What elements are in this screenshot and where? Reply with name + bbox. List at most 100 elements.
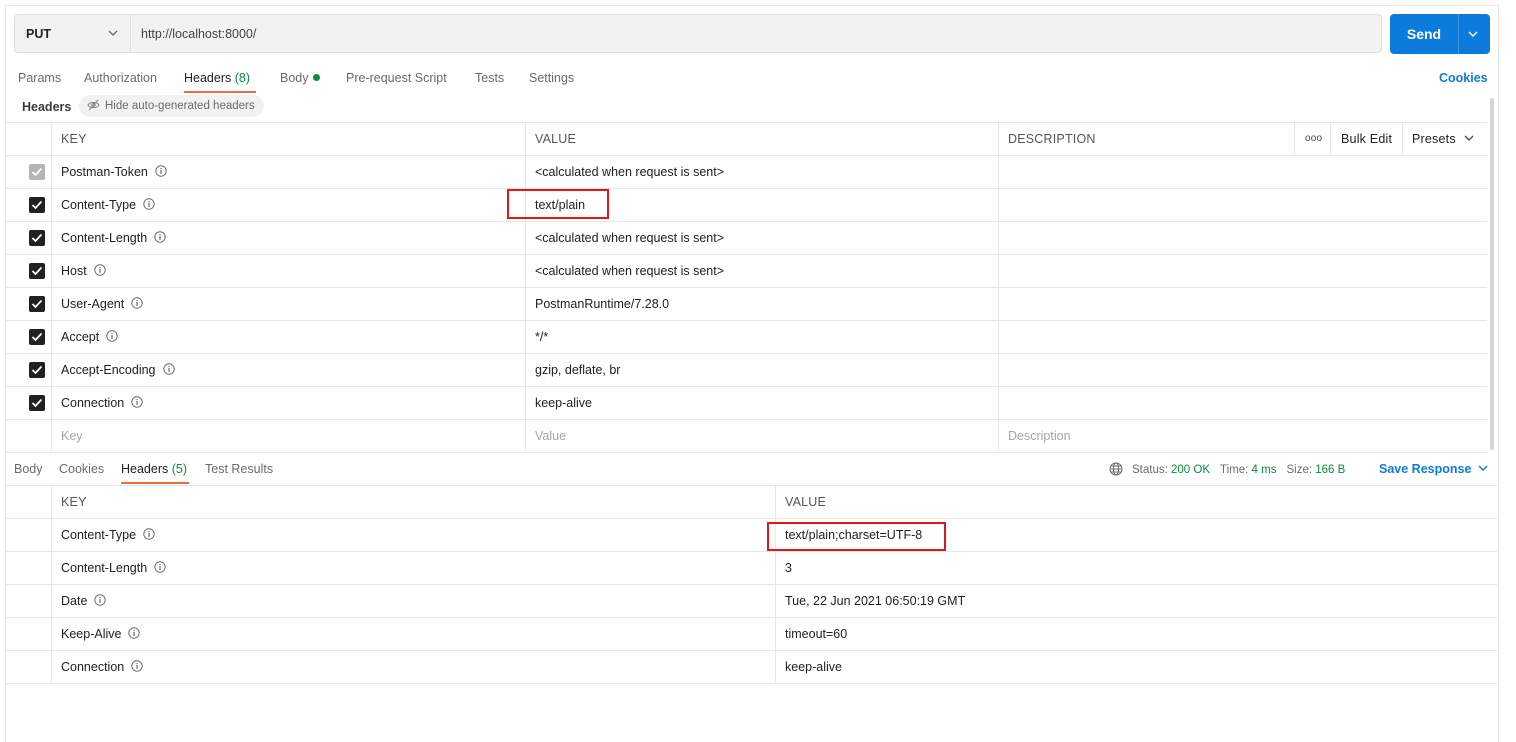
header-description-cell[interactable] <box>998 156 1487 188</box>
checkbox[interactable] <box>29 296 45 312</box>
request-url-bar: PUT http://localhost:8000/ <box>14 14 1382 53</box>
response-tab-headers[interactable]: Headers (5) <box>121 462 187 476</box>
tab-prerequest-script[interactable]: Pre-request Script <box>346 71 447 85</box>
checkbox-cell <box>6 288 51 320</box>
presets-dropdown[interactable]: Presets <box>1402 123 1487 155</box>
header-value-cell[interactable]: <calculated when request is sent> <box>525 222 998 254</box>
table-row: Keep-Alive timeout=60 <box>6 618 1497 651</box>
info-icon[interactable] <box>131 652 143 683</box>
info-icon[interactable] <box>154 223 166 254</box>
more-options-button[interactable]: ooo <box>1294 123 1330 155</box>
column-header-value: VALUE <box>525 123 998 155</box>
table-row: Postman-Token <calculated when request i… <box>6 156 1487 189</box>
checkbox-cell <box>6 387 51 419</box>
new-key-input[interactable]: Key <box>51 420 525 452</box>
header-key: Connection <box>61 396 125 410</box>
header-description-cell[interactable] <box>998 321 1487 353</box>
header-value-cell[interactable]: keep-alive <box>525 387 998 419</box>
tab-authorization[interactable]: Authorization <box>84 71 157 85</box>
highlight-box <box>507 189 609 219</box>
info-icon[interactable] <box>143 190 155 221</box>
info-icon[interactable] <box>155 157 167 188</box>
chevron-down-icon[interactable] <box>1468 28 1478 42</box>
response-tab-cookies[interactable]: Cookies <box>59 462 104 476</box>
response-key-cell: Date <box>51 585 775 617</box>
checkbox[interactable] <box>29 230 45 246</box>
info-icon[interactable] <box>128 619 141 650</box>
bulk-edit-button[interactable]: Bulk Edit <box>1330 123 1402 155</box>
header-key-cell[interactable]: Accept-Encoding <box>51 354 525 386</box>
response-key: Content-Type <box>61 528 137 542</box>
header-key-cell[interactable]: Accept <box>51 321 525 353</box>
tab-headers-count: (8) <box>234 71 251 85</box>
url-input[interactable]: http://localhost:8000/ <box>141 27 256 41</box>
header-description-cell[interactable] <box>998 189 1487 221</box>
eye-off-icon <box>87 99 105 112</box>
active-tab-underline <box>184 91 256 93</box>
info-icon[interactable] <box>154 553 166 584</box>
checkbox-cell <box>6 420 51 452</box>
chevron-down-icon <box>1464 132 1474 146</box>
tab-settings[interactable]: Settings <box>529 71 574 85</box>
info-icon[interactable] <box>143 520 155 551</box>
info-icon[interactable] <box>131 388 143 419</box>
save-response-button[interactable]: Save Response <box>1379 462 1488 476</box>
tab-headers[interactable]: Headers (8) <box>184 71 250 85</box>
table-row: Connection keep-alive <box>6 387 1487 420</box>
response-tab-test-results[interactable]: Test Results <box>205 462 273 476</box>
header-value-cell[interactable]: <calculated when request is sent> <box>525 156 998 188</box>
header-key-cell[interactable]: Host <box>51 255 525 287</box>
info-icon[interactable] <box>131 289 143 320</box>
response-key-cell: Content-Length <box>51 552 775 584</box>
header-key: Content-Length <box>61 231 148 245</box>
header-key-cell[interactable]: User-Agent <box>51 288 525 320</box>
tab-tests[interactable]: Tests <box>475 71 504 85</box>
header-key-cell[interactable]: Connection <box>51 387 525 419</box>
table-header-row: KEY VALUE DESCRIPTION ooo Bulk Edit Pres… <box>6 123 1487 156</box>
new-value-input[interactable]: Value <box>525 420 998 452</box>
checkbox[interactable] <box>29 329 45 345</box>
header-description-cell[interactable] <box>998 288 1487 320</box>
header-description-cell[interactable] <box>998 387 1487 419</box>
header-key-cell[interactable]: Content-Type <box>51 189 525 221</box>
header-description-cell[interactable] <box>998 255 1487 287</box>
header-value-cell[interactable]: PostmanRuntime/7.28.0 <box>525 288 998 320</box>
method-label: PUT <box>26 27 51 41</box>
cookies-link[interactable]: Cookies <box>1439 71 1488 85</box>
info-icon[interactable] <box>94 586 107 617</box>
status-value: 200 OK <box>1171 464 1211 476</box>
checkbox[interactable] <box>29 197 45 213</box>
new-description-input[interactable]: Description <box>998 420 1487 452</box>
response-tab-headers-label: Headers <box>121 462 169 476</box>
info-icon[interactable] <box>106 322 118 353</box>
header-cell-spacer <box>6 486 51 518</box>
header-description-cell[interactable] <box>998 222 1487 254</box>
table-row: Date Tue, 22 Jun 2021 06:50:19 GMT <box>6 585 1497 618</box>
send-button[interactable]: Send <box>1390 14 1490 54</box>
info-icon[interactable] <box>162 355 175 386</box>
globe-icon[interactable] <box>1109 462 1123 476</box>
tab-params[interactable]: Params <box>18 71 61 85</box>
checkbox[interactable] <box>29 395 45 411</box>
tab-body[interactable]: Body <box>280 71 320 85</box>
header-description-cell[interactable] <box>998 354 1487 386</box>
hide-auto-generated-button[interactable]: Hide auto-generated headers <box>79 95 264 117</box>
chevron-down-icon <box>108 27 118 41</box>
checkbox[interactable] <box>29 362 45 378</box>
checkbox[interactable] <box>29 164 45 180</box>
scrollbar[interactable] <box>1490 98 1494 450</box>
checkbox[interactable] <box>29 263 45 279</box>
tab-body-label: Body <box>280 71 309 85</box>
method-select[interactable]: PUT <box>15 15 131 52</box>
header-value-cell[interactable]: */* <box>525 321 998 353</box>
header-key-cell[interactable]: Content-Length <box>51 222 525 254</box>
response-tab-body[interactable]: Body <box>14 462 43 476</box>
header-key: Accept-Encoding <box>61 363 156 377</box>
header-value-cell[interactable]: <calculated when request is sent> <box>525 255 998 287</box>
header-value-cell[interactable]: gzip, deflate, br <box>525 354 998 386</box>
hide-button-label: Hide auto-generated headers <box>105 100 255 112</box>
info-icon[interactable] <box>94 256 106 287</box>
header-key-cell[interactable]: Postman-Token <box>51 156 525 188</box>
checkbox-cell <box>6 189 51 221</box>
send-label: Send <box>1406 26 1442 42</box>
